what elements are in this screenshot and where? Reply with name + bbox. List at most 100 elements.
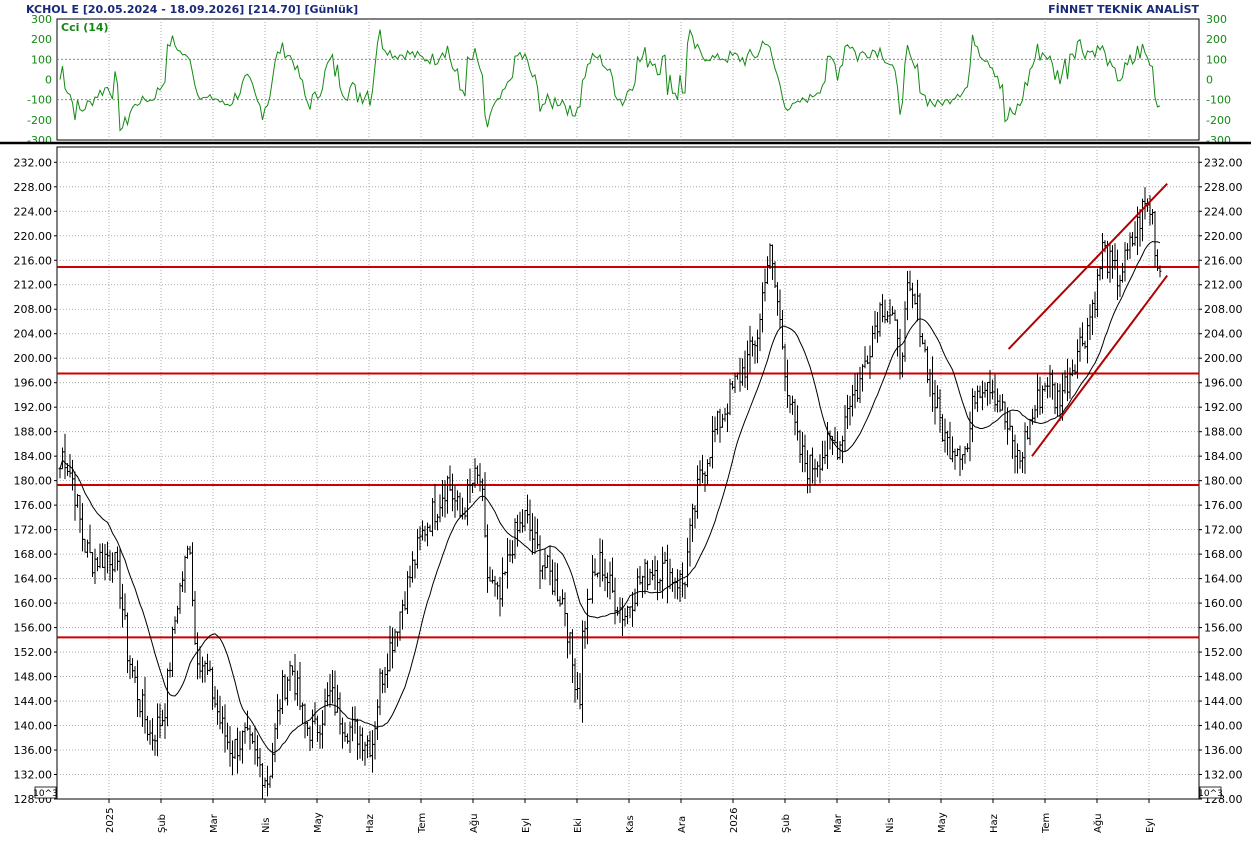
x-axis-labels: 2025 Şub Mar Nis May Haz Tem Ağu Eyl Eki Kas Ara 202… — [105, 799, 1156, 834]
cci-tick-right: 100 — [1206, 53, 1227, 66]
price-tick-left: 224.00 — [14, 205, 53, 218]
cci-tick-left: 0 — [45, 74, 52, 87]
price-tick-left: 212.00 — [14, 279, 53, 292]
cci-line — [59, 28, 1161, 132]
cci-tick-left: -100 — [27, 94, 52, 107]
price-tick-left: 216.00 — [14, 254, 53, 267]
x-axis-label: Tem — [1041, 813, 1052, 834]
x-axis-label: Kas — [625, 815, 636, 833]
stock-chart: KCHOL E [20.05.2024 - 18.09.2026] [214.7… — [0, 2, 1251, 834]
x-axis-label: May — [937, 812, 948, 833]
cci-tick-right: -200 — [1206, 114, 1231, 127]
price-tick-left: 200.00 — [14, 352, 53, 365]
x-axis-label: Ara — [677, 816, 688, 833]
cci-tick-left: -200 — [27, 114, 52, 127]
price-tick-right: 132.00 — [1204, 769, 1243, 782]
price-tick-right: 164.00 — [1204, 573, 1243, 586]
cci-tick-right: 200 — [1206, 33, 1227, 46]
price-tick-right: 200.00 — [1204, 352, 1243, 365]
price-tick-left: 192.00 — [14, 401, 53, 414]
price-tick-left: 184.00 — [14, 450, 53, 463]
price-tick-left: 208.00 — [14, 303, 53, 316]
cci-tick-left: 100 — [31, 53, 52, 66]
price-tick-left: 164.00 — [14, 573, 53, 586]
price-tick-right: 208.00 — [1204, 303, 1243, 316]
svg-text:10^3: 10^3 — [1198, 789, 1223, 799]
svg-text:10^3: 10^3 — [33, 789, 58, 799]
price-tick-right: 176.00 — [1204, 499, 1243, 512]
price-tick-left: 188.00 — [14, 426, 53, 439]
x-axis-label: Haz — [989, 814, 1000, 833]
x-axis-label: Tem — [417, 813, 428, 834]
price-tick-right: 144.00 — [1204, 695, 1243, 708]
price-tick-right: 152.00 — [1204, 646, 1243, 659]
price-tick-right: 188.00 — [1204, 426, 1243, 439]
price-tick-left: 228.00 — [14, 181, 53, 194]
price-tick-left: 160.00 — [14, 597, 53, 610]
multiplier-badge-right: 10^3 — [1198, 786, 1223, 799]
x-axis-label: Nis — [261, 818, 272, 833]
x-axis-label: Eki — [573, 818, 584, 833]
price-tick-left: 144.00 — [14, 695, 53, 708]
cci-panel-frame — [56, 18, 1200, 141]
price-tick-right: 196.00 — [1204, 377, 1243, 390]
x-axis-label: Eyl — [1145, 818, 1156, 833]
ohlc-bars — [58, 187, 1162, 799]
price-tick-left: 180.00 — [14, 475, 53, 488]
multiplier-badge-left: 10^3 — [33, 786, 58, 799]
cci-tick-right: 0 — [1206, 74, 1213, 87]
x-axis-label: Şub — [157, 814, 168, 833]
cci-tick-left: 200 — [31, 33, 52, 46]
moving-average-line — [59, 240, 1161, 754]
price-tick-right: 160.00 — [1204, 597, 1243, 610]
cci-label: Cci (14) — [61, 21, 109, 34]
x-axis-label: Nis — [885, 818, 896, 833]
cci-tick-right: 300 — [1206, 13, 1227, 26]
x-axis-label: 2025 — [105, 808, 116, 833]
price-tick-right: 220.00 — [1204, 230, 1243, 243]
price-tick-right: 140.00 — [1204, 720, 1243, 733]
x-axis-label: May — [313, 812, 324, 833]
x-axis-label: Şub — [781, 814, 792, 833]
cci-tick-right: -300 — [1206, 134, 1231, 147]
price-tick-right: 232.00 — [1204, 156, 1243, 169]
price-tick-left: 136.00 — [14, 744, 53, 757]
price-tick-right: 172.00 — [1204, 524, 1243, 537]
chart-title: KCHOL E [20.05.2024 - 18.09.2026] [214.7… — [26, 3, 358, 16]
price-tick-right: 180.00 — [1204, 475, 1243, 488]
x-axis-label: 2026 — [729, 808, 740, 833]
price-tick-right: 168.00 — [1204, 548, 1243, 561]
x-axis-label: Ağu — [468, 813, 480, 833]
price-ticks: 232.00 232.00 228.00 228.00 224.00 224.00 220.… — [14, 156, 1243, 806]
price-tick-right: 216.00 — [1204, 254, 1243, 267]
price-tick-left: 148.00 — [14, 671, 53, 684]
price-tick-right: 156.00 — [1204, 622, 1243, 635]
price-tick-left: 176.00 — [14, 499, 53, 512]
price-tick-left: 196.00 — [14, 377, 53, 390]
price-tick-right: 224.00 — [1204, 205, 1243, 218]
x-axis-label: Ağu — [1092, 813, 1104, 833]
price-tick-right: 204.00 — [1204, 328, 1243, 341]
x-axis-label: Mar — [833, 813, 844, 833]
cci-grid — [57, 19, 1199, 140]
price-tick-right: 192.00 — [1204, 401, 1243, 414]
x-axis-label: Haz — [365, 814, 376, 833]
cci-tick-left: -300 — [27, 134, 52, 147]
price-tick-right: 184.00 — [1204, 450, 1243, 463]
price-tick-left: 232.00 — [14, 156, 53, 169]
price-tick-right: 228.00 — [1204, 181, 1243, 194]
price-tick-left: 132.00 — [14, 769, 53, 782]
price-tick-right: 136.00 — [1204, 744, 1243, 757]
cci-panel: 300 300 200 200 100 100 0 0 -100 -100 -200 -200 -300… — [27, 13, 1231, 147]
cci-tick-left: 300 — [31, 13, 52, 26]
price-tick-left: 156.00 — [14, 622, 53, 635]
brand-title: FİNNET TEKNİK ANALİST — [1048, 2, 1199, 16]
cci-tick-right: -100 — [1206, 94, 1231, 107]
price-tick-right: 212.00 — [1204, 279, 1243, 292]
price-panel: 232.00 232.00 228.00 228.00 224.00 224.00 220.… — [14, 146, 1243, 806]
price-tick-left: 152.00 — [14, 646, 53, 659]
support-resistance-lines — [57, 265, 1199, 639]
price-grid — [57, 147, 1199, 800]
price-tick-left: 140.00 — [14, 720, 53, 733]
x-axis-label: Eyl — [521, 818, 532, 833]
